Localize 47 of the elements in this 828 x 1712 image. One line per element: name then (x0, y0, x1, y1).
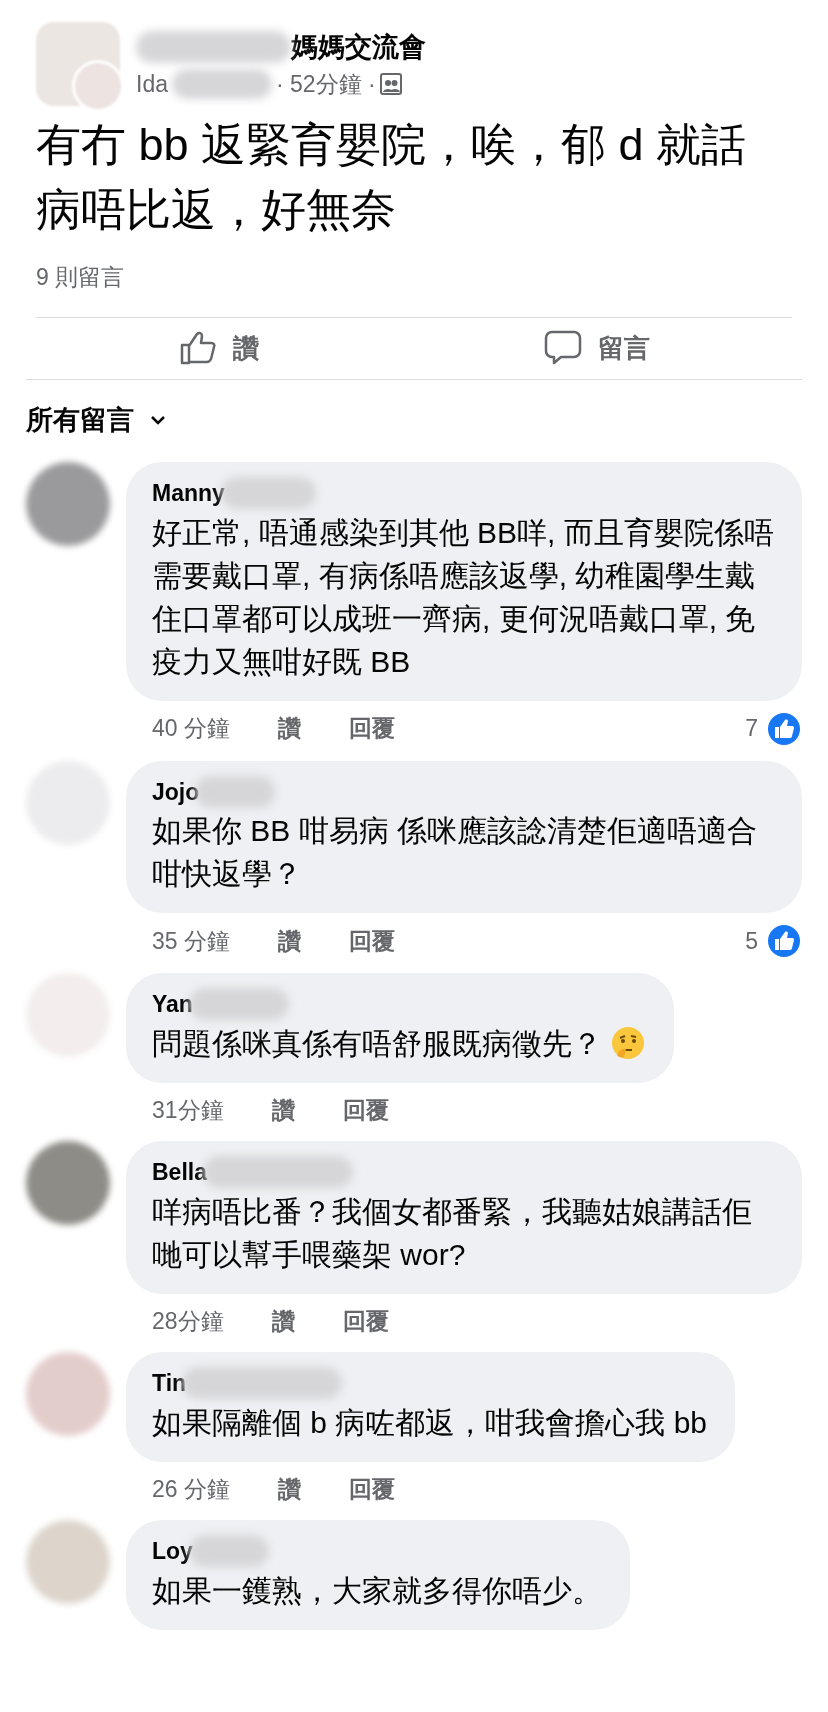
reaction-count[interactable]: 5 (745, 923, 758, 959)
commenter-name[interactable]: Loy (152, 1534, 193, 1569)
avatar[interactable] (26, 1520, 110, 1604)
commenter-name[interactable]: Manny (152, 476, 225, 511)
reply-link[interactable]: 回覆 (349, 923, 395, 959)
comment-text: 好正常, 唔通感染到其他 BB咩, 而且育嬰院係唔需要戴口罩, 有病係唔應該返學, 幼稚園學生戴住口罩都可以成班一齊病, 更何況唔戴口罩, 免疫力又無咁好既 BB (152, 514, 774, 680)
reply-link[interactable]: 回覆 (349, 1471, 395, 1506)
like-link[interactable]: 讚 (278, 923, 301, 959)
comment-time: 26 分鐘 (152, 1474, 230, 1504)
comment-text: 咩病唔比番？我個女都番緊，我聽姑娘講話佢哋可以幫手喂藥架 wor? (152, 1193, 753, 1273)
like-button[interactable]: 讚 (172, 327, 265, 369)
comment-filter-dropdown[interactable]: 所有留言 (0, 379, 192, 462)
avatar[interactable] (26, 1141, 110, 1225)
avatar[interactable] (26, 462, 110, 546)
speech-bubble-icon (543, 329, 582, 367)
like-link[interactable]: 讚 (271, 1303, 295, 1338)
commenter-name[interactable]: Yan (152, 987, 193, 1022)
comment-text: 問題係咪真係有唔舒服既病徵先？ (152, 1025, 602, 1062)
like-link[interactable]: 讚 (271, 1092, 295, 1127)
like-link[interactable]: 讚 (278, 1471, 301, 1506)
comment-time: 28分鐘 (152, 1306, 224, 1336)
reply-link[interactable]: 回覆 (342, 1303, 389, 1338)
thumbs-up-icon (178, 329, 217, 367)
like-link[interactable]: 讚 (278, 711, 301, 746)
author-name[interactable]: Ida (136, 67, 168, 102)
comment-text: 如果一鑊熟，大家就多得你唔少。 (152, 1572, 602, 1609)
comment-count[interactable]: 9 則留言 (0, 242, 828, 295)
like-reaction-icon (766, 710, 802, 747)
comment-time: 35 分鐘 (152, 926, 230, 956)
avatar[interactable] (26, 1352, 110, 1436)
comment-time: 40 分鐘 (152, 714, 230, 744)
chevron-down-icon (150, 413, 166, 426)
reply-link[interactable]: 回覆 (342, 1092, 389, 1127)
post-text: 有冇 bb 返緊育嬰院，唉，郁 d 就話病唔比返，好無奈 (35, 118, 748, 237)
reply-link[interactable]: 回覆 (349, 711, 395, 746)
reaction-count[interactable]: 7 (745, 711, 758, 746)
comment-text: 如果你 BB 咁易病 係咪應該諗清楚佢適唔適合咁快返學？ (152, 813, 759, 892)
post-time: · 52分鐘 · (276, 70, 376, 99)
comment-text: 如果隔離個 b 病咗都返，咁我會擔心我 bb (152, 1404, 708, 1441)
commenter-name[interactable]: Bella (152, 1155, 207, 1190)
group-audience-icon (379, 73, 402, 96)
comment-time: 31分鐘 (152, 1095, 224, 1125)
group-name[interactable]: 媽媽交流會 (291, 26, 426, 67)
commenter-name[interactable]: Jojo (152, 774, 200, 809)
like-reaction-icon (766, 923, 802, 959)
commenter-name[interactable]: Tin (152, 1366, 187, 1401)
comment-button[interactable]: 留言 (537, 327, 656, 369)
